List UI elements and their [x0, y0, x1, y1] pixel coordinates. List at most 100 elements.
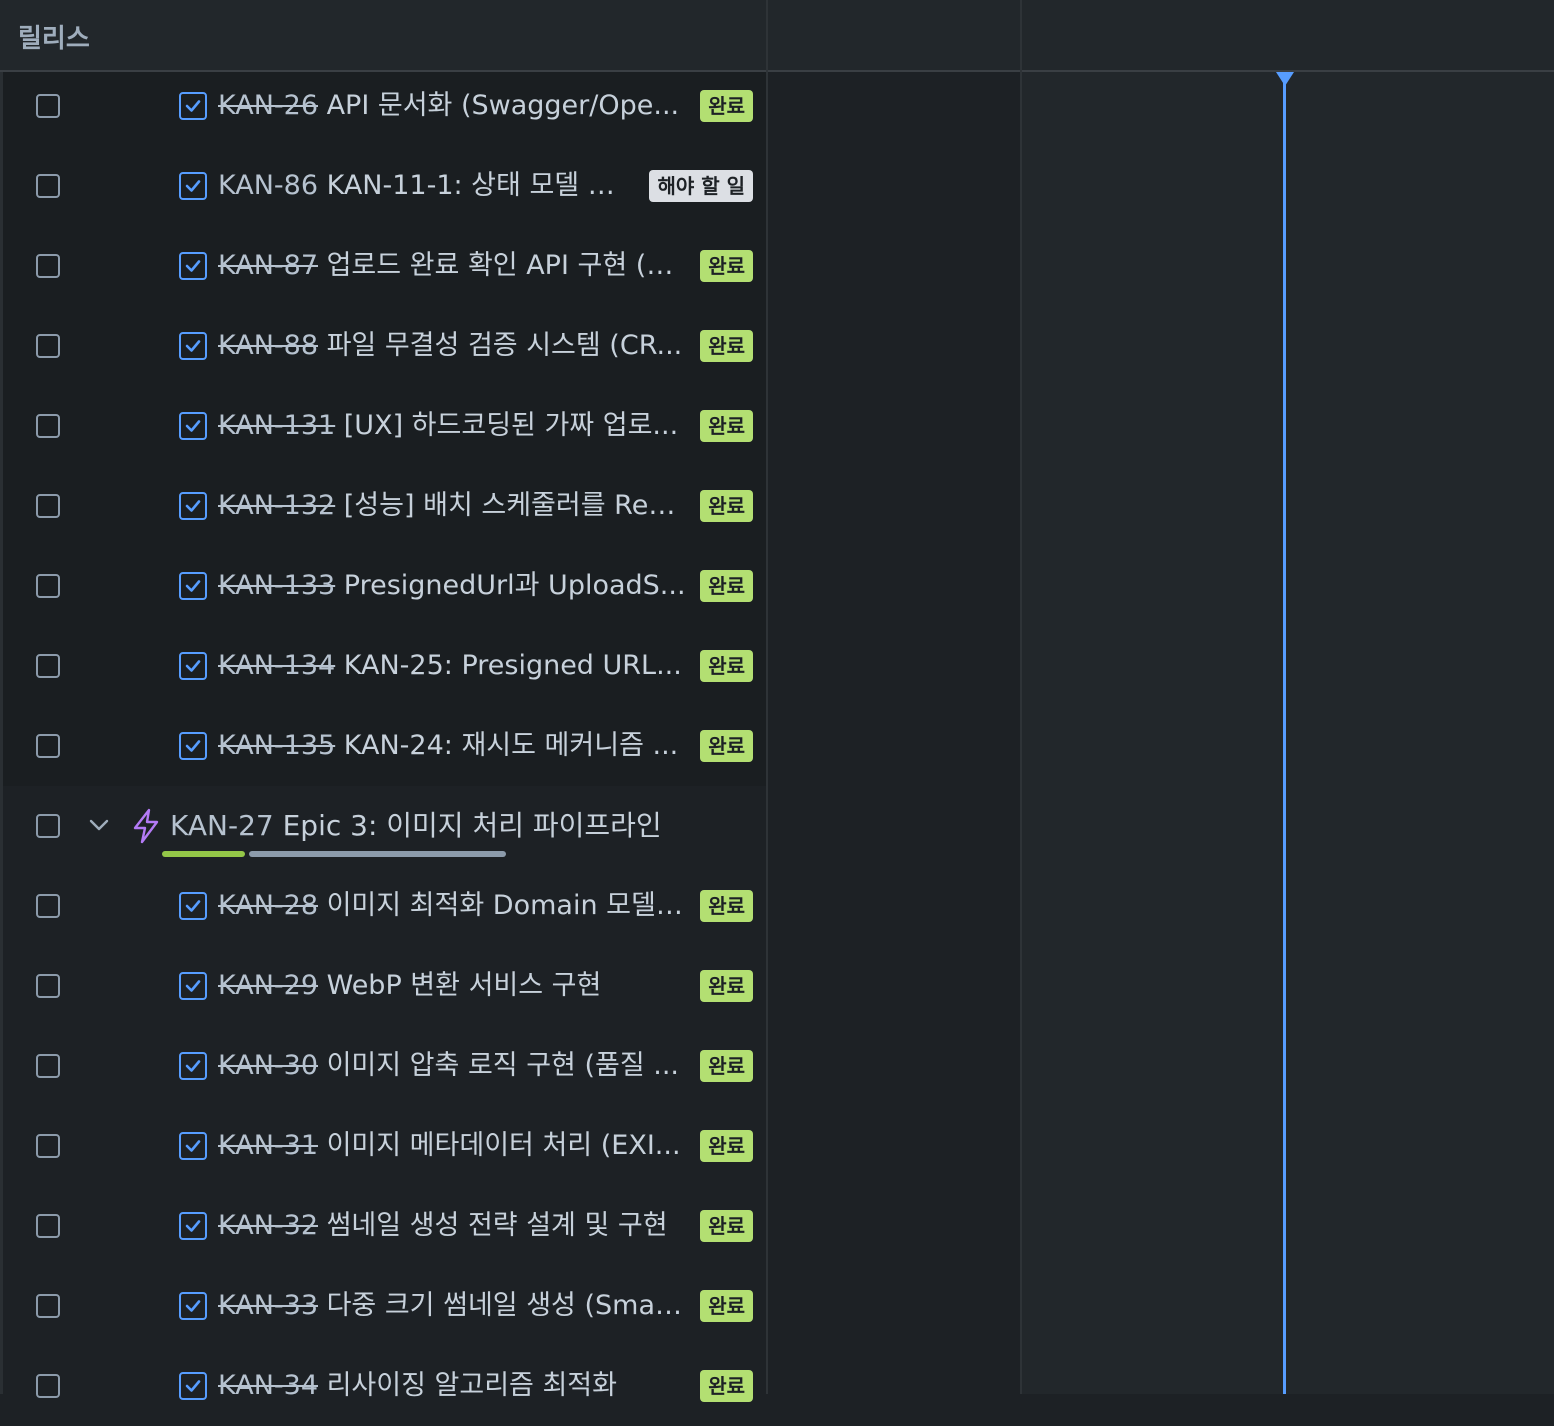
issue-key[interactable]: KAN-131 [218, 410, 335, 441]
issue-key[interactable]: KAN-32 [218, 1210, 318, 1241]
status-badge[interactable]: 완료 [700, 250, 753, 282]
issue-summary[interactable]: KAN-87 업로드 완료 확인 API 구현 (C... [218, 246, 688, 286]
issue-title: PresignedUrl과 UploadS... [335, 570, 686, 601]
issue-summary[interactable]: KAN-26 API 문서화 (Swagger/Ope... [218, 86, 688, 126]
row-select-checkbox[interactable] [36, 974, 60, 998]
issue-row[interactable]: KAN-32 썸네일 생성 전략 설계 및 구현 완료 [0, 1186, 767, 1266]
issue-row[interactable]: KAN-133 PresignedUrl과 UploadS... 완료 [0, 546, 767, 626]
issue-key[interactable]: KAN-88 [218, 330, 318, 361]
row-select-checkbox[interactable] [36, 574, 60, 598]
issue-row[interactable]: KAN-28 이미지 최적화 Domain 모델 ... 완료 [0, 866, 767, 946]
issue-key[interactable]: KAN-135 [218, 730, 335, 761]
issue-key[interactable]: KAN-30 [218, 1050, 318, 1081]
row-select-checkbox[interactable] [36, 254, 60, 278]
issue-key[interactable]: KAN-87 [218, 250, 318, 281]
issue-key[interactable]: KAN-33 [218, 1290, 318, 1321]
issue-key[interactable]: KAN-31 [218, 1130, 318, 1161]
issue-key[interactable]: KAN-86 [218, 170, 318, 201]
row-select-checkbox[interactable] [36, 734, 60, 758]
issue-key[interactable]: KAN-26 [218, 90, 318, 121]
issue-summary[interactable]: KAN-30 이미지 압축 로직 구현 (품질 ... [218, 1046, 688, 1086]
task-type-icon [179, 1292, 207, 1320]
row-select-checkbox[interactable] [36, 334, 60, 358]
issue-key[interactable]: KAN-29 [218, 970, 318, 1001]
status-badge[interactable]: 완료 [700, 330, 753, 362]
issue-row[interactable]: KAN-86 KAN-11-1: 상태 모델 및... 해야 할 일 [0, 146, 767, 226]
issue-summary[interactable]: KAN-28 이미지 최적화 Domain 모델 ... [218, 886, 688, 926]
status-badge[interactable]: 완료 [700, 1370, 753, 1402]
issue-summary[interactable]: KAN-135 KAN-24: 재시도 메커니즘 ... [218, 726, 688, 766]
issue-row[interactable]: KAN-30 이미지 압축 로직 구현 (품질 ... 완료 [0, 1026, 767, 1106]
row-select-checkbox[interactable] [36, 1134, 60, 1158]
row-select-checkbox[interactable] [36, 94, 60, 118]
issue-key[interactable]: KAN-134 [218, 650, 335, 681]
epic-row[interactable]: KAN-27 Epic 3: 이미지 처리 파이프라인 [0, 786, 767, 866]
status-badge[interactable]: 완료 [700, 650, 753, 682]
row-select-checkbox[interactable] [36, 814, 60, 838]
issue-row[interactable]: KAN-134 KAN-25: Presigned URL... 완료 [0, 626, 767, 706]
issue-summary[interactable]: KAN-86 KAN-11-1: 상태 모델 및... [218, 166, 638, 206]
row-select-checkbox[interactable] [36, 654, 60, 678]
issue-title: 썸네일 생성 전략 설계 및 구현 [318, 1210, 668, 1241]
epic-summary[interactable]: KAN-27 Epic 3: 이미지 처리 파이프라인 [170, 806, 662, 846]
status-badge[interactable]: 완료 [700, 970, 753, 1002]
status-badge[interactable]: 완료 [700, 890, 753, 922]
status-badge[interactable]: 완료 [700, 730, 753, 762]
issue-row[interactable]: KAN-26 API 문서화 (Swagger/Ope... 완료 [0, 66, 767, 146]
issue-row[interactable]: KAN-131 [UX] 하드코딩된 가짜 업로... 완료 [0, 386, 767, 466]
issue-row[interactable]: KAN-34 리사이징 알고리즘 최적화 완료 [0, 1346, 767, 1426]
issue-row[interactable]: KAN-135 KAN-24: 재시도 메커니즘 ... 완료 [0, 706, 767, 786]
issue-summary[interactable]: KAN-131 [UX] 하드코딩된 가짜 업로... [218, 406, 688, 446]
chevron-down-icon[interactable] [88, 814, 110, 840]
task-type-icon [179, 1052, 207, 1080]
status-badge[interactable]: 완료 [700, 1210, 753, 1242]
task-type-icon [179, 572, 207, 600]
issue-key[interactable]: KAN-28 [218, 890, 318, 921]
status-badge[interactable]: 해야 할 일 [649, 170, 753, 202]
status-badge[interactable]: 완료 [700, 1290, 753, 1322]
issue-summary[interactable]: KAN-31 이미지 메타데이터 처리 (EXI... [218, 1126, 688, 1166]
issue-row[interactable]: KAN-132 [성능] 배치 스케줄러를 Red... 완료 [0, 466, 767, 546]
issue-summary[interactable]: KAN-34 리사이징 알고리즘 최적화 [218, 1366, 688, 1406]
issue-summary[interactable]: KAN-88 파일 무결성 검증 시스템 (CR... [218, 326, 688, 366]
row-select-checkbox[interactable] [36, 1054, 60, 1078]
row-select-checkbox[interactable] [36, 1374, 60, 1398]
issue-summary[interactable]: KAN-29 WebP 변환 서비스 구현 [218, 966, 688, 1006]
timeline-divider [1020, 0, 1022, 1394]
issue-key[interactable]: KAN-133 [218, 570, 335, 601]
task-type-icon [179, 972, 207, 1000]
row-select-checkbox[interactable] [36, 894, 60, 918]
issue-key[interactable]: KAN-132 [218, 490, 335, 521]
issue-summary[interactable]: KAN-132 [성능] 배치 스케줄러를 Red... [218, 486, 688, 526]
issue-title: WebP 변환 서비스 구현 [318, 970, 602, 1001]
task-type-icon [179, 892, 207, 920]
timeline-area[interactable] [1022, 72, 1554, 1394]
issue-summary[interactable]: KAN-33 다중 크기 썸네일 생성 (Smal... [218, 1286, 688, 1326]
issue-row[interactable]: KAN-88 파일 무결성 검증 시스템 (CR... 완료 [0, 306, 767, 386]
issue-key[interactable]: KAN-34 [218, 1370, 318, 1401]
row-select-checkbox[interactable] [36, 174, 60, 198]
status-badge[interactable]: 완료 [700, 410, 753, 442]
epic-key[interactable]: KAN-27 [170, 809, 274, 842]
row-select-checkbox[interactable] [36, 494, 60, 518]
row-select-checkbox[interactable] [36, 1294, 60, 1318]
task-type-icon [179, 252, 207, 280]
issue-row[interactable]: KAN-29 WebP 변환 서비스 구현 완료 [0, 946, 767, 1026]
issue-summary[interactable]: KAN-32 썸네일 생성 전략 설계 및 구현 [218, 1206, 688, 1246]
issue-row[interactable]: KAN-31 이미지 메타데이터 처리 (EXI... 완료 [0, 1106, 767, 1186]
row-select-checkbox[interactable] [36, 414, 60, 438]
issue-summary[interactable]: KAN-134 KAN-25: Presigned URL... [218, 646, 688, 686]
issue-title: 이미지 최적화 Domain 모델 ... [318, 890, 688, 921]
issue-title: KAN-11-1: 상태 모델 및... [318, 170, 638, 201]
issue-summary[interactable]: KAN-133 PresignedUrl과 UploadS... [218, 566, 688, 606]
status-badge[interactable]: 완료 [700, 490, 753, 522]
task-type-icon [179, 92, 207, 120]
row-select-checkbox[interactable] [36, 1214, 60, 1238]
issue-row[interactable]: KAN-33 다중 크기 썸네일 생성 (Smal... 완료 [0, 1266, 767, 1346]
epic-title: Epic 3: 이미지 처리 파이프라인 [273, 809, 662, 842]
status-badge[interactable]: 완료 [700, 1130, 753, 1162]
status-badge[interactable]: 완료 [700, 90, 753, 122]
status-badge[interactable]: 완료 [700, 570, 753, 602]
status-badge[interactable]: 완료 [700, 1050, 753, 1082]
issue-row[interactable]: KAN-87 업로드 완료 확인 API 구현 (C... 완료 [0, 226, 767, 306]
